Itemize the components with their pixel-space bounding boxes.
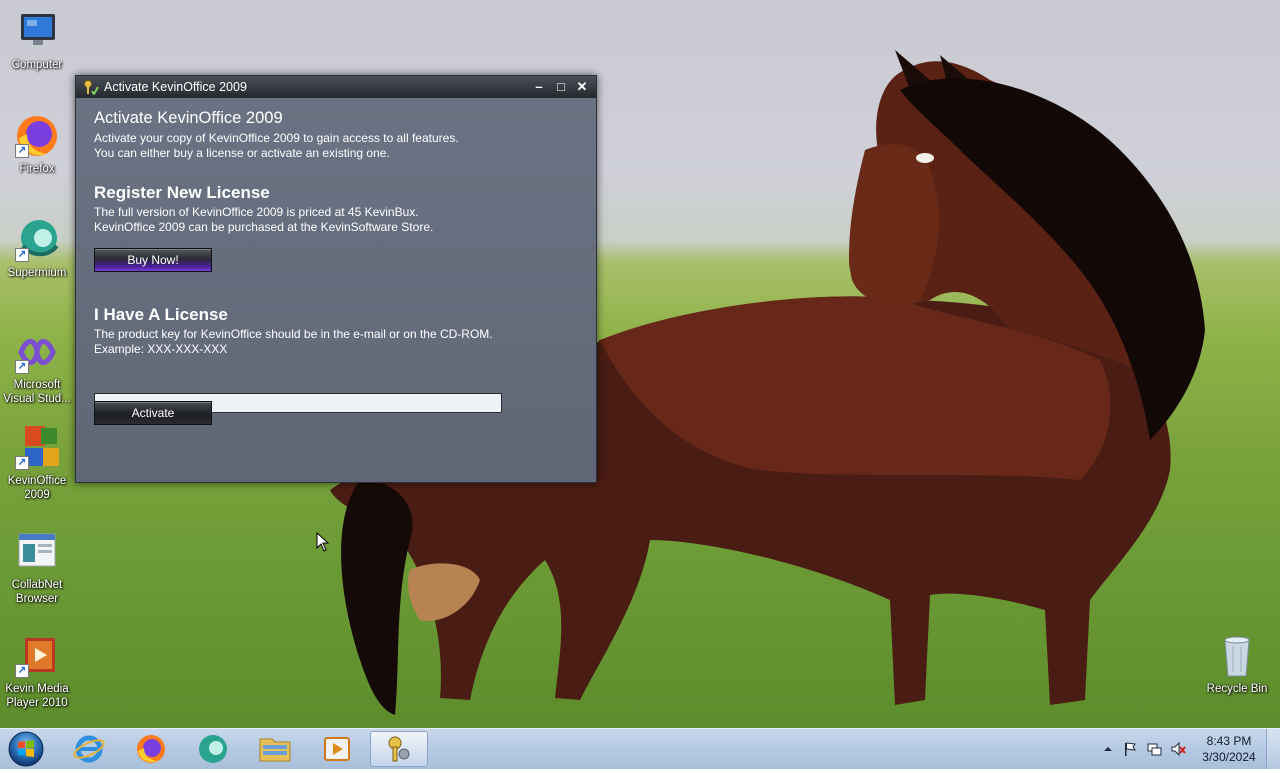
collabnet-browser-icon [13, 528, 61, 576]
supermium-icon [199, 735, 227, 763]
desktop-icon-label: Firefox [19, 163, 55, 175]
register-line-1: The full version of KevinOffice 2009 is … [94, 205, 419, 219]
desktop-icon-computer[interactable]: Computer [0, 8, 74, 72]
mouse-cursor-icon [316, 532, 330, 552]
computer-icon [13, 8, 61, 56]
shortcut-arrow-icon: ↗ [15, 360, 29, 374]
license-example: Example: XXX-XXX-XXX [94, 342, 228, 356]
firefox-icon: ↗ [13, 112, 61, 160]
desktop-icon-supermium[interactable]: ↗ Supermium [0, 216, 74, 280]
desktop-icon-label: Microsoft Visual Stud... [3, 379, 71, 405]
kevinoffice-icon: ↗ [13, 424, 61, 472]
desktop-icon-label: Recycle Bin [1206, 683, 1268, 695]
shortcut-arrow-icon: ↗ [15, 248, 29, 262]
network-icon[interactable] [1146, 741, 1162, 757]
clock-time: 8:43 PM [1206, 734, 1252, 748]
kevin-media-player-icon: ↗ [13, 632, 61, 680]
intro-line-2: You can either buy a license or activate… [94, 146, 390, 160]
license-heading: I Have A License [94, 305, 228, 324]
activation-keys-icon [388, 736, 410, 762]
desktop-icon-label: CollabNet Browser [11, 579, 63, 605]
desktop-icon-kevin-media-player[interactable]: ↗ Kevin Media Player 2010 [0, 632, 74, 710]
taskbar-media-player[interactable] [310, 731, 364, 767]
close-icon[interactable]: ✕ [573, 78, 591, 96]
media-player-icon [324, 737, 350, 761]
desktop-icon-label: Computer [11, 59, 63, 71]
desktop-icon-recycle-bin[interactable]: Recycle Bin [1200, 632, 1274, 696]
taskbar-activation-window[interactable] [370, 731, 428, 767]
intro-line-1: Activate your copy of KevinOffice 2009 t… [94, 131, 459, 145]
dialog-titlebar[interactable]: Activate KevinOffice 2009 – □ ✕ [76, 76, 596, 98]
action-center-flag-icon[interactable] [1122, 741, 1138, 757]
desktop-icon-kevinoffice[interactable]: ↗ KevinOffice 2009 [0, 424, 74, 502]
activate-button[interactable]: Activate [94, 401, 212, 425]
activation-keys-icon [83, 79, 99, 96]
taskbar-supermium[interactable] [186, 731, 240, 767]
desktop-icon-firefox[interactable]: ↗ Firefox [0, 112, 74, 176]
clock-date: 3/30/2024 [1202, 750, 1256, 764]
buy-now-button[interactable]: Buy Now! [94, 248, 212, 272]
show-desktop-button[interactable] [1266, 729, 1280, 769]
recycle-bin-icon [1213, 632, 1261, 680]
dialog-content: Activate KevinOffice 2009 Activate your … [76, 98, 596, 482]
volume-muted-icon[interactable] [1170, 741, 1186, 757]
taskbar-firefox[interactable] [124, 731, 178, 767]
shortcut-arrow-icon: ↗ [15, 456, 29, 470]
firefox-icon [137, 735, 165, 763]
start-button[interactable] [6, 730, 46, 768]
desktop-icon-label: KevinOffice 2009 [7, 475, 67, 501]
desktop-icon-label: Kevin Media Player 2010 [5, 683, 69, 709]
desktop-icon-label: Supermium [7, 267, 67, 279]
system-clock[interactable]: 8:43 PM 3/30/2024 [1196, 733, 1262, 765]
shortcut-arrow-icon: ↗ [15, 664, 29, 678]
maximize-icon[interactable]: □ [552, 78, 570, 96]
visual-studio-icon: ↗ [13, 328, 61, 376]
windows-logo-icon [8, 731, 44, 767]
page-title: Activate KevinOffice 2009 [94, 109, 283, 127]
taskbar-file-explorer[interactable] [248, 731, 302, 767]
register-line-2: KevinOffice 2009 can be purchased at the… [94, 220, 434, 234]
desktop-icon-visual-studio[interactable]: ↗ Microsoft Visual Stud... [0, 328, 74, 406]
taskbar: 8:43 PM 3/30/2024 [0, 728, 1280, 769]
dialog-title: Activate KevinOffice 2009 [104, 80, 247, 94]
show-hidden-icons-icon[interactable] [1100, 741, 1116, 757]
register-heading: Register New License [94, 183, 270, 202]
supermium-icon: ↗ [13, 216, 61, 264]
license-line-1: The product key for KevinOffice should b… [94, 327, 493, 341]
minimize-icon[interactable]: – [530, 78, 548, 96]
shortcut-arrow-icon: ↗ [15, 144, 29, 158]
internet-explorer-icon [73, 735, 105, 763]
desktop-icon-collabnet-browser[interactable]: CollabNet Browser [0, 528, 74, 606]
file-explorer-icon [259, 738, 291, 762]
taskbar-internet-explorer[interactable] [62, 731, 116, 767]
activation-dialog: Activate KevinOffice 2009 – □ ✕ Activate… [75, 75, 597, 483]
